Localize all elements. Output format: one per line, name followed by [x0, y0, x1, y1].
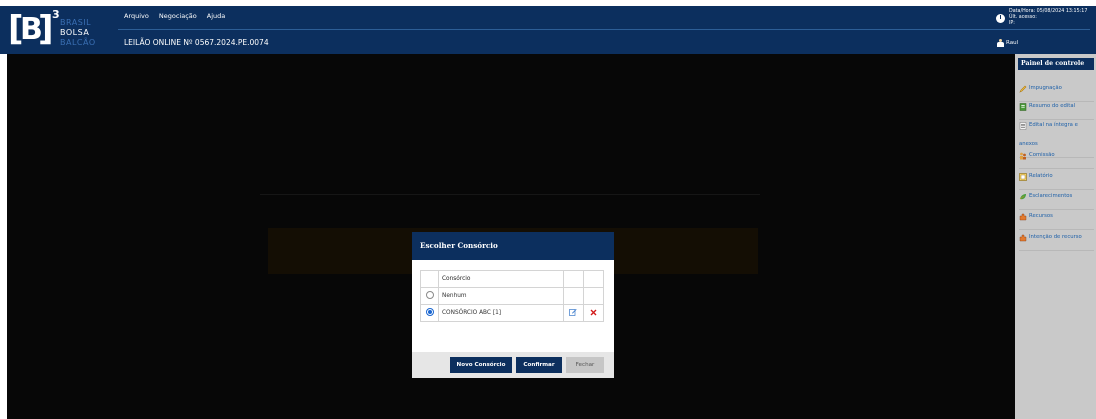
menu-arquivo[interactable]: Arquivo	[124, 12, 149, 20]
sidebar-header: Painel de controle	[1018, 58, 1094, 70]
sidebar-item-label: Impugnação	[1029, 85, 1062, 91]
radio-consorcio-abc[interactable]	[426, 308, 434, 316]
sidebar-item-label: Intenção de recurso	[1029, 234, 1082, 240]
logo-line-3: BALCÃO	[60, 38, 96, 47]
sidebar-item-label: Edital na íntegra e anexos	[1019, 122, 1078, 147]
header-divider	[118, 29, 1090, 30]
document-list-icon	[1019, 121, 1027, 130]
top-strip	[0, 0, 1096, 6]
sidebar-item-label: Relatório	[1029, 173, 1053, 179]
consortium-table: Consórcio Nenhum CONSÓRCIO ABC [1]	[420, 270, 604, 322]
top-menu: Arquivo Negociação Ajuda	[124, 12, 225, 20]
document-green-icon	[1019, 102, 1027, 111]
consortium-name: Nenhum	[438, 287, 564, 305]
consortium-name: CONSÓRCIO ABC [1]	[438, 304, 564, 322]
close-button[interactable]: Fechar	[566, 357, 604, 373]
choose-consortium-dialog: Escolher Consórcio Consórcio Nenhum CONS…	[412, 232, 614, 378]
radio-nenhum[interactable]	[426, 291, 434, 299]
header-delete-cell	[583, 270, 604, 288]
hand-icon	[1019, 234, 1027, 241]
people-icon	[1020, 152, 1026, 159]
sidebar-item-label: Comissão	[1029, 152, 1055, 158]
sidebar-item-label: Esclarecimentos	[1029, 193, 1073, 199]
logo-line-2: BOLSA	[60, 28, 90, 37]
user-icon	[997, 39, 1004, 47]
logo-superscript: 3	[52, 8, 60, 21]
user-name: Raul	[1006, 40, 1019, 46]
delete-icon[interactable]	[590, 309, 597, 316]
dialog-footer: Novo Consórcio Confirmar Fechar	[412, 352, 614, 378]
leaf-icon	[1019, 193, 1026, 199]
confirm-button[interactable]: Confirmar	[516, 357, 562, 373]
table-row: Nenhum	[420, 287, 604, 305]
dialog-title: Escolher Consórcio	[412, 232, 614, 260]
sidebar-item-intencao-de-recurso[interactable]: Intenção de recurso	[1019, 227, 1094, 251]
report-icon	[1019, 172, 1027, 181]
menu-negociacao[interactable]: Negociação	[159, 12, 197, 20]
pencil-icon	[1019, 85, 1027, 93]
ip-text: IP:	[1009, 21, 1015, 26]
header-radio-cell	[420, 270, 439, 288]
background-divider	[260, 194, 760, 195]
table-row: CONSÓRCIO ABC [1]	[420, 304, 604, 322]
header-consorcio: Consórcio	[438, 270, 564, 288]
auction-title: LEILÃO ONLINE Nº 0567.2024.PE.0074	[124, 38, 269, 47]
menu-ajuda[interactable]: Ajuda	[207, 12, 225, 20]
new-consortium-button[interactable]: Novo Consórcio	[450, 357, 512, 373]
edit-icon[interactable]	[569, 308, 577, 316]
b3-logo: [ B ] 3 BRASIL BOLSA BALCÃO	[8, 8, 98, 50]
logo-line-1: BRASIL	[60, 18, 92, 27]
header-edit-cell	[563, 270, 584, 288]
table-header-row: Consórcio	[420, 270, 604, 288]
clock-icon	[996, 14, 1005, 23]
sidebar-item-label: Recursos	[1029, 213, 1053, 219]
user-info[interactable]: Raul	[997, 39, 1018, 47]
hand-icon	[1019, 213, 1027, 220]
sidebar-item-label: Resumo do edital	[1029, 103, 1076, 109]
